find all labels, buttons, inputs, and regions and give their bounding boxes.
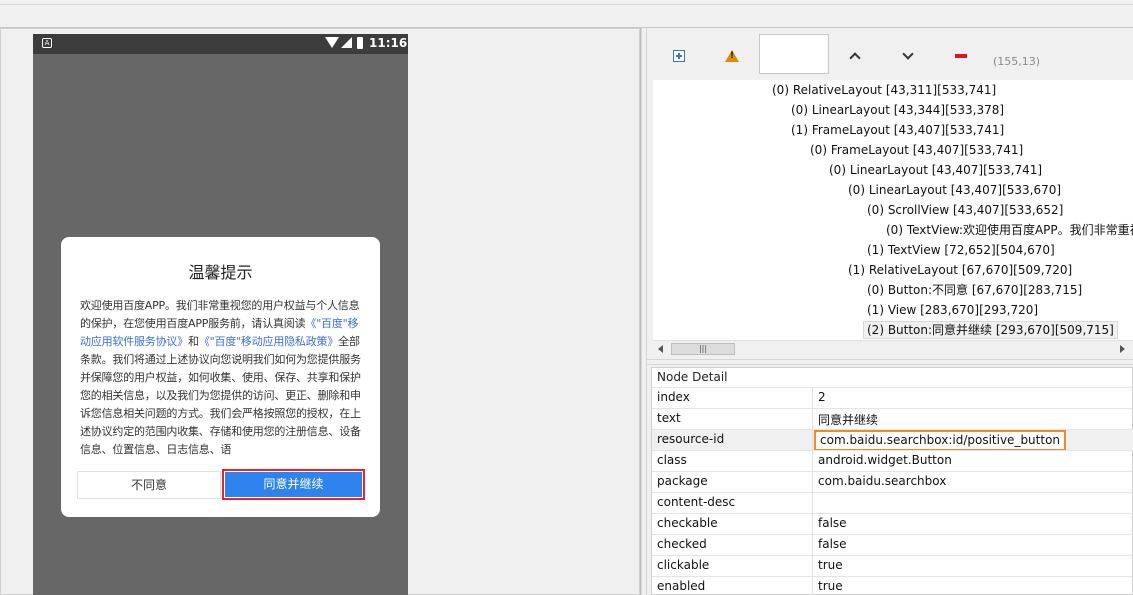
detail-column-divider [812,577,813,595]
cursor-coordinates: (155,13) [993,55,1041,68]
tree-node[interactable]: (0) LinearLayout [43,407][533,741] [829,162,1042,178]
detail-row-enabled[interactable]: enabled true [652,576,1133,595]
detail-value[interactable]: true [818,579,843,593]
battery-icon [357,37,363,49]
detail-key: checked [657,537,707,551]
tree-node[interactable]: (1) TextView [72,652][504,670] [867,242,1055,258]
detail-row-clickable[interactable]: clickable true [652,555,1133,577]
tree-node[interactable]: (0) LinearLayout [43,407][533,670] [848,182,1061,198]
tree-node[interactable]: (1) RelativeLayout [67,670][509,720] [848,262,1072,278]
scroll-left-icon[interactable] [658,345,663,353]
notification-icon: A [42,38,52,48]
minus-icon [955,54,967,58]
detail-column-divider [812,430,813,451]
detail-key: clickable [657,558,710,572]
node-detail-panel: Node Detail index 2 text 同意并继续 resource-id co… [651,367,1133,595]
hierarchy-toolbar: (155,13) [647,28,1133,80]
expand-icon [673,50,685,62]
tree-node[interactable]: (1) FrameLayout [43,407][533,741] [791,122,1004,138]
detail-column-divider [812,535,813,556]
node-search-input[interactable] [759,34,829,74]
detail-column-divider [812,451,813,472]
tree-node[interactable]: (1) View [283,670][293,720] [867,302,1038,318]
detail-row-content-desc[interactable]: content-desc [652,492,1133,514]
tree-horizontal-scrollbar[interactable]: ||| [653,340,1133,357]
detail-column-divider [812,388,813,409]
detail-splitter[interactable] [647,359,1133,365]
privacy-policy-link[interactable]: 《"百度"移动应用隐私政策》 [199,335,339,348]
detail-row-text[interactable]: text 同意并继续 [652,408,1133,430]
tree-node[interactable]: (0) LinearLayout [43,344][533,378] [791,102,1004,118]
detail-key: index [657,390,690,404]
detail-value[interactable]: 2 [818,390,826,404]
privacy-dialog: 温馨提示 欢迎使用百度APP。我们非常重视您的用户权益与个人信息的保护，在您使用… [61,237,380,517]
clear-search-button[interactable] [949,44,973,68]
tree-node[interactable]: (0) RelativeLayout [43,311][533,741] [772,82,996,98]
signal-icon [341,37,352,48]
detail-column-divider [812,514,813,535]
dialog-title: 温馨提示 [188,263,253,282]
detail-row-package[interactable]: package com.baidu.searchbox [652,471,1133,493]
node-detail-title: Node Detail [657,370,728,384]
menubar-divider [0,4,1133,5]
toggle-warnings-button[interactable] [720,44,744,68]
detail-column-divider [812,409,813,430]
detail-row-resource-id[interactable]: resource-id com.baidu.searchbox:id/positi… [652,429,1133,451]
detail-key: content-desc [657,495,736,509]
detail-key: checkable [657,516,718,530]
detail-row-class[interactable]: class android.widget.Button [652,450,1133,472]
agree-button-highlight[interactable]: 同意并继续 [222,469,365,500]
detail-column-divider [812,472,813,493]
agree-button[interactable]: 同意并继续 [225,472,362,497]
detail-value[interactable]: android.widget.Button [818,453,952,467]
detail-row-index[interactable]: index 2 [652,387,1133,409]
detail-key: enabled [657,579,706,593]
warning-icon [725,50,739,62]
detail-value[interactable]: false [818,537,847,551]
detail-key: class [657,453,687,467]
detail-value[interactable]: false [818,516,847,530]
dialog-body-text-2: 和 [188,335,199,348]
detail-row-checked[interactable]: checked false [652,534,1133,556]
dialog-body-text-3: 全部条款。我们将通过上述协议向您说明我们如何为您提供服务并保障您的用户权益，如何… [80,335,361,456]
detail-value[interactable]: 同意并继续 [818,411,878,428]
detail-key: text [657,411,681,425]
dialog-body: 欢迎使用百度APP。我们非常重视您的用户权益与个人信息的保护，在您使用百度APP… [80,297,365,457]
top-menubar [0,0,1133,28]
detail-column-divider [812,493,813,514]
wifi-icon [325,37,339,48]
detail-key: package [657,474,708,488]
hierarchy-tree[interactable]: (0) RelativeLayout [43,311][533,741] (0) … [653,80,1133,342]
detail-value[interactable]: true [818,558,843,572]
previous-match-button[interactable] [843,44,867,68]
device-screenshot[interactable]: A 11:16 温馨提示 欢迎使用百度APP。我们非常重视您的用户权益与个人信息… [33,34,408,595]
device-status-bar: A 11:16 [33,34,408,54]
scroll-thumb[interactable]: ||| [671,343,735,355]
scroll-right-icon[interactable] [1120,345,1125,353]
detail-column-divider [812,556,813,577]
chevron-down-icon [902,48,914,60]
status-time: 11:16 [369,36,408,50]
hierarchy-pane: (155,13) (0) RelativeLayout [43,311][533… [647,28,1133,595]
detail-value[interactable]: com.baidu.searchbox [818,474,946,488]
chevron-up-icon [849,52,861,64]
disagree-button[interactable]: 不同意 [77,471,221,499]
next-match-button[interactable] [896,44,920,68]
tree-node[interactable]: (2) Button:同意并继续 [293,670][509,715] [863,321,1118,339]
detail-key: resource-id [657,432,725,446]
detail-value[interactable]: com.baidu.searchbox:id/positive_button [814,430,1067,451]
expand-all-button[interactable] [667,44,691,68]
node-detail-table: index 2 text 同意并继续 resource-id com.baidu.sear… [652,387,1133,595]
tree-node[interactable]: (0) FrameLayout [43,407][533,741] [810,142,1023,158]
detail-row-checkable[interactable]: checkable false [652,513,1133,535]
tree-node[interactable]: (0) TextView:欢迎使用百度APP。我们非常重视 [886,222,1133,238]
tree-node[interactable]: (0) ScrollView [43,407][533,652] [867,202,1063,218]
tree-node[interactable]: (0) Button:不同意 [67,670][283,715] [867,282,1082,298]
uiautomator-viewer-window: A 11:16 温馨提示 欢迎使用百度APP。我们非常重视您的用户权益与个人信息… [0,0,1133,595]
